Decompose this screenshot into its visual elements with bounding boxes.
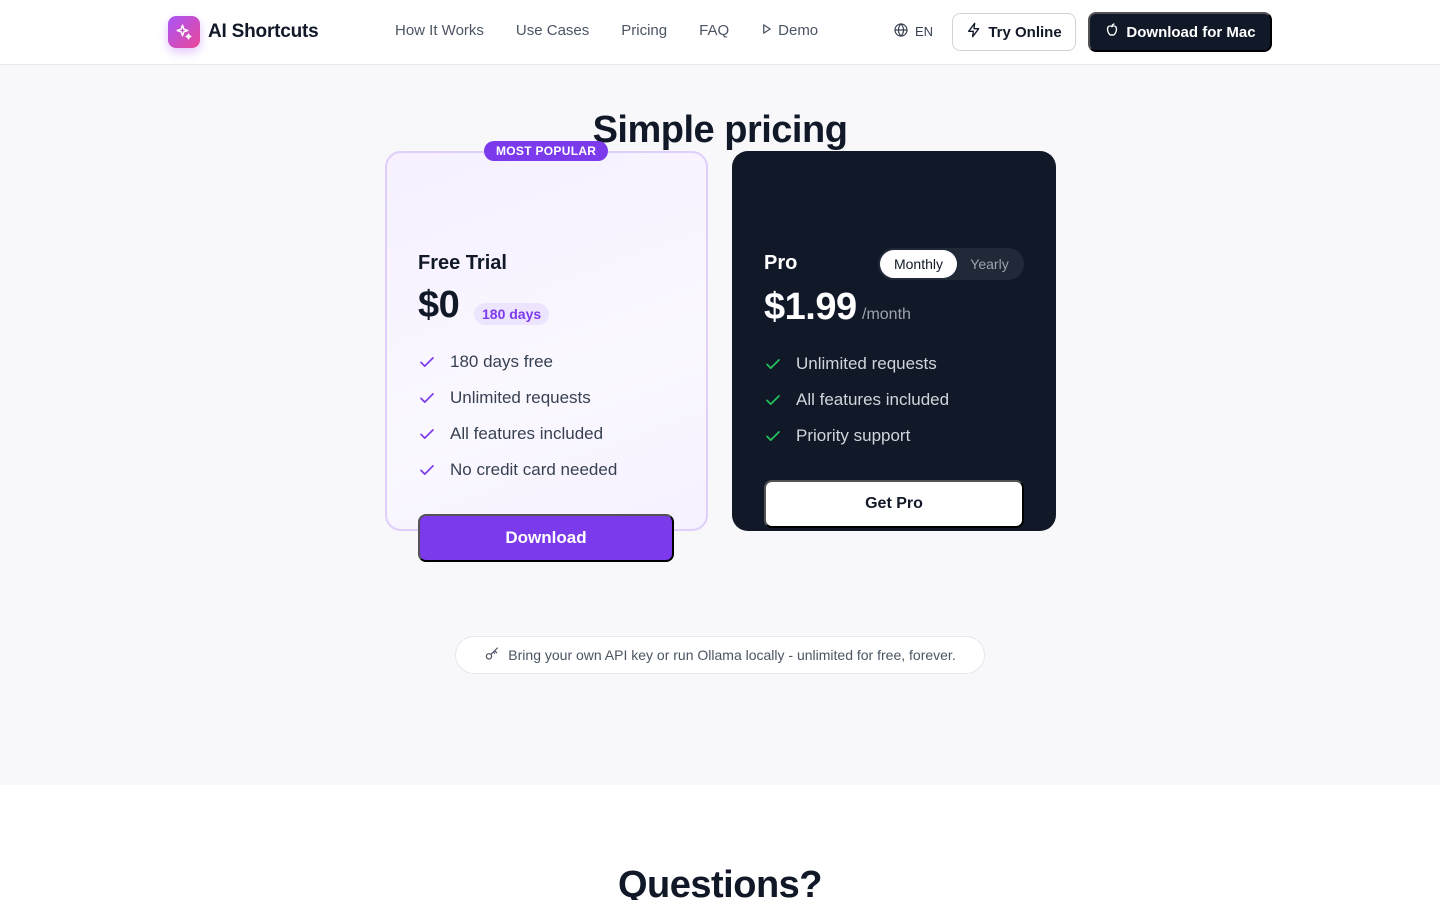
pricing-title: Simple pricing [592,109,848,151]
pricing-section: Simple pricing [0,65,1440,785]
free-plan-name: Free Trial [418,252,507,274]
brand-name: AI Shortcuts [208,21,319,42]
feature-item: All features included [418,416,617,452]
check-icon [420,393,434,403]
free-features-list: 180 days free Unlimited requests All fea… [418,344,617,488]
key-icon [484,646,500,665]
check-icon [766,395,780,405]
brand-logo[interactable]: AI Shortcuts [168,16,319,48]
faq-title: Questions? [617,864,823,900]
download-mac-button[interactable]: Download for Mac [1088,12,1272,52]
lightning-icon [966,22,982,42]
apple-icon [1104,22,1120,42]
feature-item: Priority support [764,418,949,454]
nav-faq[interactable]: FAQ [699,22,729,39]
api-key-note-text: Bring your own API key or run Ollama loc… [508,647,956,663]
download-button[interactable]: Download [418,514,674,562]
feature-label: All features included [796,390,950,409]
site-header: AI Shortcuts How It Works Use Cases Pric… [0,0,1440,65]
pro-price-period: /month [862,306,911,323]
try-online-label: Try Online [988,23,1062,41]
billing-toggle: Monthly Yearly [878,248,1024,280]
feature-item: All features included [764,382,949,418]
check-icon [766,431,780,441]
nav-use-cases[interactable]: Use Cases [516,22,589,39]
play-icon [761,22,772,39]
pro-card [732,151,1056,531]
feature-item: Unlimited requests [764,346,949,382]
globe-icon [893,22,909,41]
check-icon [766,359,780,369]
feature-label: Priority support [796,426,911,445]
nav-pricing[interactable]: Pricing [621,22,667,39]
language-selector[interactable]: EN [893,22,933,41]
main-nav: How It Works Use Cases Pricing FAQ Demo [395,22,818,39]
feature-item: No credit card needed [418,452,617,488]
language-code: EN [915,24,934,39]
billing-monthly-option[interactable]: Monthly [880,250,957,278]
get-pro-button[interactable]: Get Pro [764,480,1024,528]
feature-label: Unlimited requests [450,388,591,407]
free-duration-badge: 180 days [474,303,550,325]
check-icon [420,357,434,367]
free-price: $0 [418,284,460,326]
feature-label: All features included [450,424,604,443]
billing-yearly-option[interactable]: Yearly [957,250,1022,278]
feature-item: 180 days free [418,344,617,380]
nav-demo[interactable]: Demo [761,22,818,39]
nav-demo-label: Demo [778,22,819,39]
api-key-note: Bring your own API key or run Ollama loc… [455,636,985,674]
most-popular-badge: MOST POPULAR [484,141,609,161]
nav-how-it-works[interactable]: How It Works [395,22,484,39]
download-mac-label: Download for Mac [1126,23,1256,41]
pro-plan-name: Pro [764,252,798,274]
try-online-button[interactable]: Try Online [952,13,1076,51]
pro-price: $1.99 [764,286,857,328]
check-icon [420,429,434,439]
sparkles-icon [168,16,200,48]
feature-label: No credit card needed [450,460,618,479]
pro-features-list: Unlimited requests All features included… [764,346,949,454]
feature-item: Unlimited requests [418,380,617,416]
feature-label: Unlimited requests [796,354,937,373]
check-icon [420,465,434,475]
feature-label: 180 days free [450,352,554,371]
